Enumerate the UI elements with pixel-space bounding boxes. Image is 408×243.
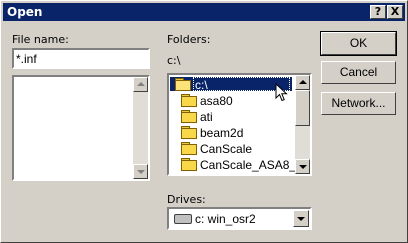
arrow-up-icon [299, 80, 307, 84]
folder-item-label: ati [200, 110, 213, 124]
arrow-down-icon [299, 165, 307, 169]
file-list-scrollbar[interactable] [133, 77, 148, 179]
help-button[interactable]: ? [370, 5, 386, 19]
folder-item-label: c:\ [195, 78, 208, 92]
close-button[interactable]: X [387, 5, 403, 19]
folder-open-icon [175, 78, 191, 91]
folder-item[interactable]: beam2d [169, 125, 289, 141]
help-icon: ? [374, 5, 382, 18]
current-path: c:\ [167, 54, 181, 67]
network-button[interactable]: Network... [321, 92, 396, 115]
folder-scroll-down-button[interactable] [295, 159, 310, 174]
folder-item[interactable]: asa80 [169, 93, 289, 109]
window-title: Open [7, 5, 43, 19]
folder-item-label: beam2d [200, 126, 244, 140]
folder-item-label: CanScale_ASA8_Re [200, 158, 295, 172]
arrow-up-icon [137, 82, 145, 86]
file-list[interactable] [12, 75, 150, 181]
drives-select[interactable]: c: win_osr2 [167, 207, 312, 230]
file-name-label: File name: [12, 33, 69, 46]
folder-icon [181, 126, 197, 139]
folder-icon [181, 158, 197, 171]
drive-icon [174, 214, 192, 224]
mouse-cursor-icon [275, 83, 288, 102]
arrow-down-icon [137, 170, 145, 174]
file-scroll-up-button[interactable] [133, 77, 148, 92]
close-icon: X [390, 5, 400, 18]
folder-scroll-up-button[interactable] [295, 75, 310, 90]
folder-item[interactable]: CanScale [169, 141, 289, 157]
folder-icon [181, 142, 197, 155]
folder-icon [181, 94, 197, 107]
folder-scroll-thumb[interactable] [295, 90, 310, 126]
folder-scrollbar[interactable] [295, 75, 310, 174]
folder-item[interactable]: ati [169, 109, 289, 125]
cancel-button[interactable]: Cancel [321, 61, 396, 84]
open-dialog: Open ? X File name: *.inf Folders: c:\ c… [0, 0, 408, 243]
file-name-input[interactable]: *.inf [12, 48, 150, 69]
folder-item-root[interactable]: c:\ [169, 77, 292, 93]
drives-dropdown-button[interactable] [293, 210, 309, 227]
file-scroll-down-button[interactable] [133, 164, 148, 179]
folder-item-label: asa80 [200, 94, 233, 108]
folders-label: Folders: [167, 33, 211, 46]
title-bar[interactable]: Open ? X [3, 3, 405, 21]
ok-button[interactable]: OK [320, 31, 397, 56]
folder-item[interactable]: CanScale_ASA8_Re [169, 157, 295, 173]
folder-item-label: CanScale [200, 142, 253, 156]
folder-tree[interactable]: c:\ asa80 ati beam2d CanScale CanScale_A… [167, 73, 312, 176]
file-name-value: *.inf [16, 52, 37, 66]
folder-icon [181, 110, 197, 123]
drives-label: Drives: [167, 193, 206, 206]
drives-value: c: win_osr2 [195, 212, 256, 226]
chevron-down-icon [297, 217, 305, 221]
